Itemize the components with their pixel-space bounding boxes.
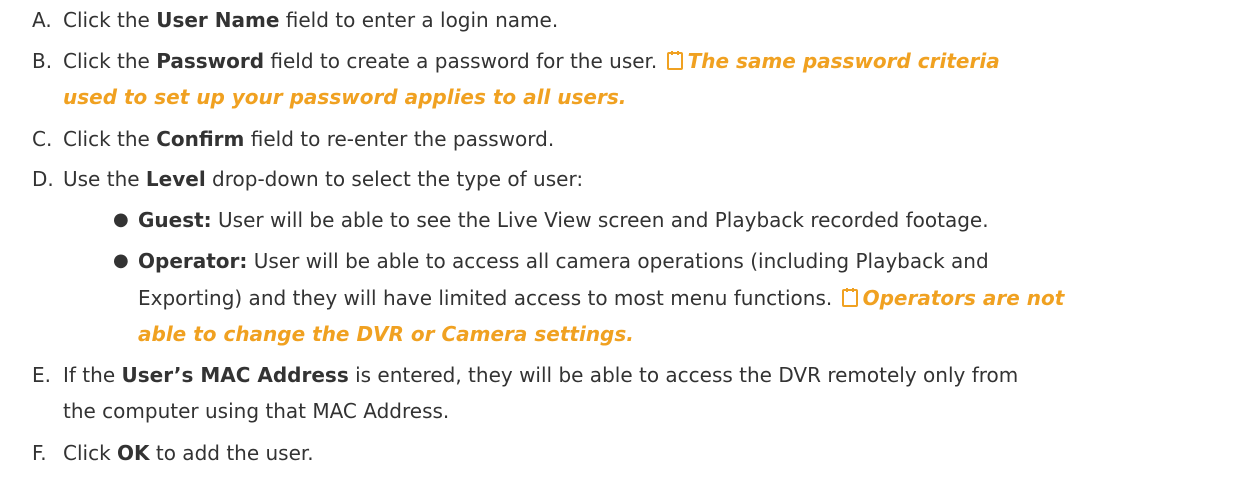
password-note-continued: used to set up your password applies to … bbox=[63, 85, 627, 109]
bullet-icon: ● bbox=[113, 250, 129, 271]
step-a-letter: A. bbox=[32, 8, 52, 32]
step-a-text: Click the User Name field to enter a log… bbox=[63, 8, 559, 32]
step-e-letter: E. bbox=[32, 363, 51, 387]
user-name-term: User Name bbox=[156, 8, 280, 32]
ok-term: OK bbox=[117, 441, 150, 465]
operator-note-continued: able to change the DVR or Camera setting… bbox=[138, 322, 634, 346]
step-e-text-continued: the computer using that MAC Address. bbox=[63, 399, 450, 423]
step-f-text: Click OK to add the user. bbox=[63, 441, 314, 465]
mac-address-term: User’s MAC Address bbox=[121, 363, 349, 387]
guest-bullet: Guest: User will be able to see the Live… bbox=[138, 208, 989, 232]
password-term: Password bbox=[156, 49, 265, 73]
password-note: The same password criteria bbox=[687, 49, 1000, 73]
confirm-term: Confirm bbox=[156, 127, 245, 151]
notepad-icon bbox=[841, 286, 859, 314]
step-c-letter: C. bbox=[32, 127, 53, 151]
operator-term: Operator: bbox=[138, 249, 248, 273]
notepad-icon bbox=[666, 49, 684, 77]
step-f-letter: F. bbox=[32, 441, 47, 465]
step-b-text: Click the Password field to create a pas… bbox=[63, 47, 1000, 75]
step-d-text: Use the Level drop-down to select the ty… bbox=[63, 167, 584, 191]
bullet-icon: ● bbox=[113, 209, 129, 230]
step-e-text: If the User’s MAC Address is entered, th… bbox=[63, 363, 1019, 387]
step-c-text: Click the Confirm field to re-enter the … bbox=[63, 127, 555, 151]
step-b-letter: B. bbox=[32, 49, 53, 73]
operator-bullet-continued: Exporting) and they will have limited ac… bbox=[138, 284, 1064, 312]
step-d-letter: D. bbox=[32, 167, 54, 191]
guest-term: Guest: bbox=[138, 208, 212, 232]
level-term: Level bbox=[145, 167, 206, 191]
instructions-document: A. Click the User Name field to enter a … bbox=[0, 0, 1251, 492]
operator-bullet: Operator: User will be able to access al… bbox=[138, 249, 989, 273]
operator-note: Operators are not bbox=[862, 286, 1065, 310]
